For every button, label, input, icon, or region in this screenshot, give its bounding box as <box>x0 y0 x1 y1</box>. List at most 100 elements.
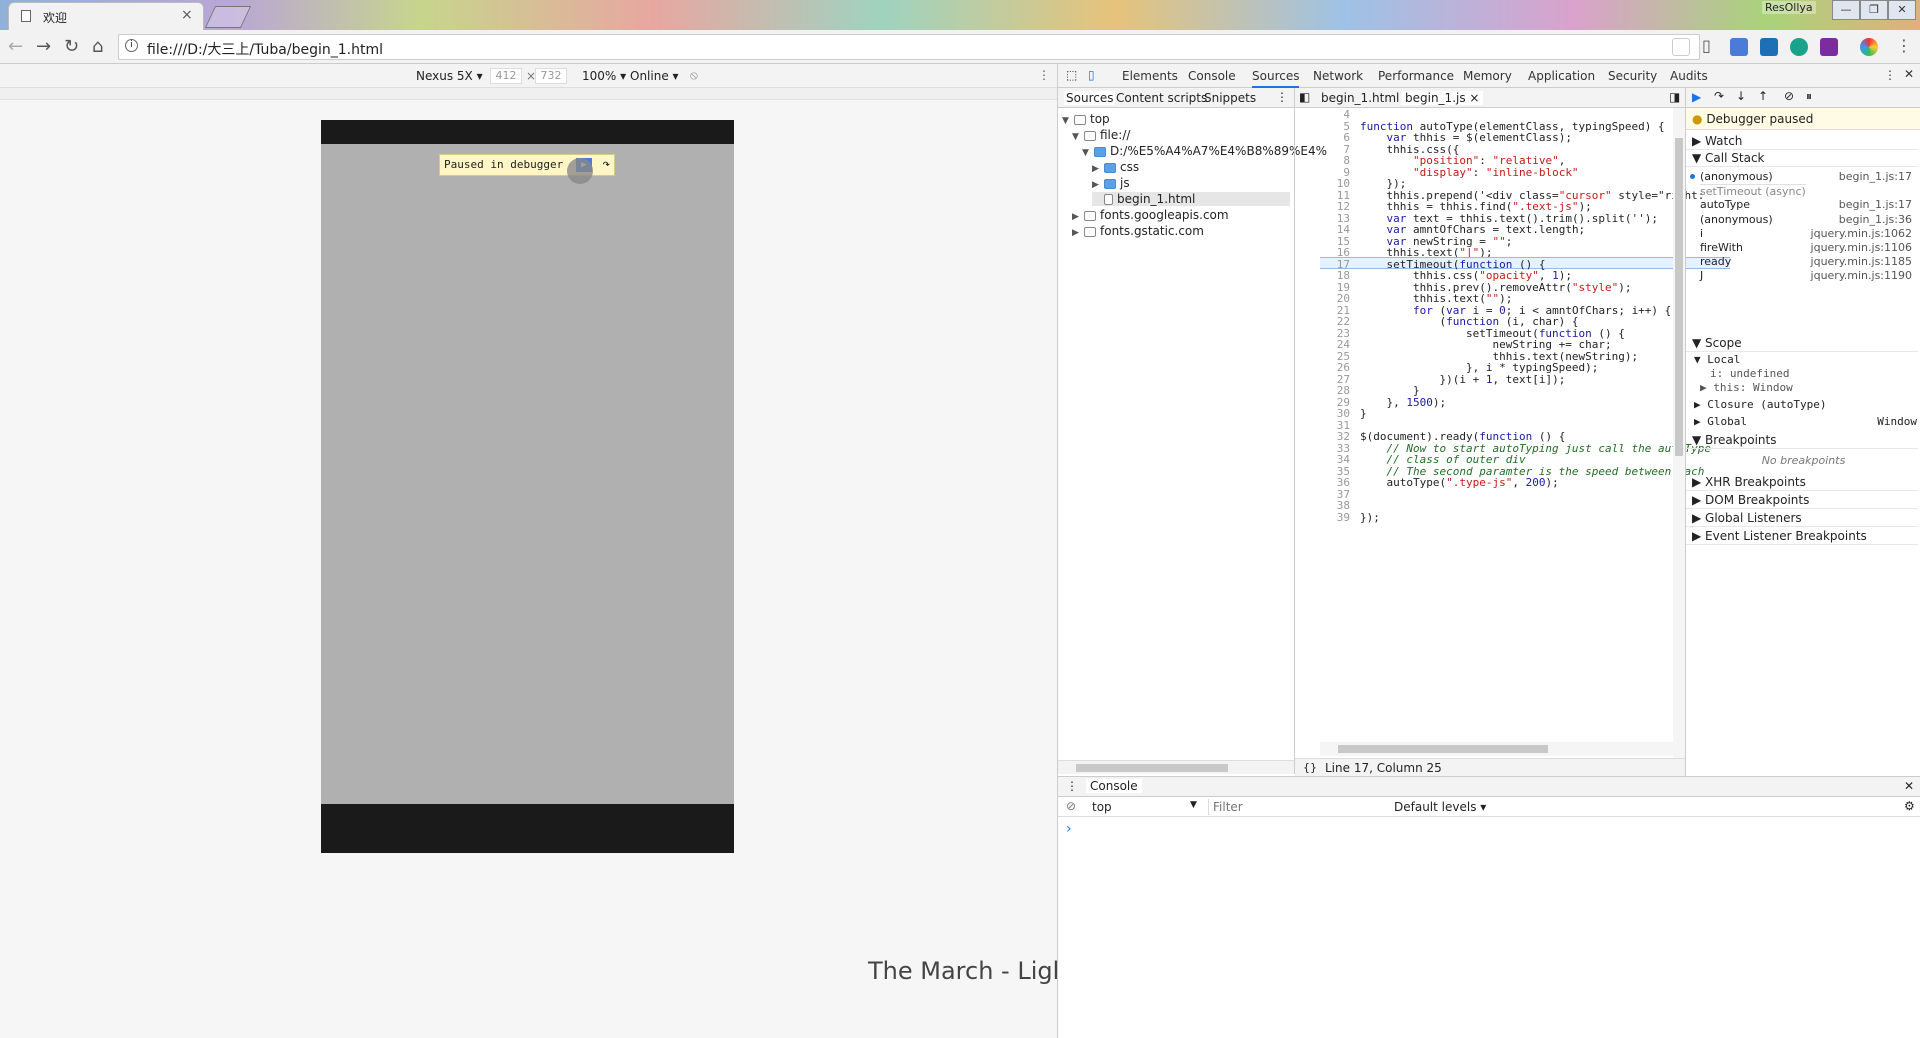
step-into-icon[interactable]: ↓ <box>1736 89 1746 103</box>
navigator-scrollbar[interactable] <box>1058 760 1294 774</box>
code-line[interactable]: } <box>1360 407 1367 420</box>
tab-application[interactable]: Application <box>1528 69 1595 83</box>
tree-toggle-icon: ▶ <box>1092 164 1099 174</box>
pause-exceptions-icon[interactable]: ⏸ <box>1806 89 1812 104</box>
extension-icon[interactable] <box>1760 38 1778 56</box>
tree-toggle-icon: ▶ <box>1072 228 1079 238</box>
device-select[interactable]: Nexus 5X ▾ <box>416 69 483 83</box>
dom-breakpoints-section[interactable]: ▶ DOM Breakpoints <box>1686 493 1918 509</box>
info-icon[interactable]: i <box>125 39 138 52</box>
extension-icon[interactable] <box>1672 38 1690 56</box>
code-line[interactable]: }); <box>1360 511 1380 524</box>
scope-section[interactable]: ▼ Scope <box>1686 336 1918 352</box>
tree-item[interactable]: ▶ css <box>1092 160 1139 174</box>
devtools-menu-icon[interactable]: ⋮ <box>1884 68 1896 82</box>
code-line[interactable]: }, 1500); <box>1360 396 1446 409</box>
browser-tab[interactable]: 欢迎 × <box>8 2 204 30</box>
tree-item[interactable]: ▶ fonts.googleapis.com <box>1072 208 1229 222</box>
tab-console[interactable]: Console <box>1188 69 1236 83</box>
device-menu-icon[interactable]: ⋮ <box>1038 68 1050 82</box>
code-line[interactable]: autoType(".type-js", 200); <box>1360 476 1558 489</box>
tab-close-button[interactable]: × <box>181 7 193 23</box>
device-mode-icon[interactable]: ▯ <box>1088 68 1095 82</box>
minimize-button[interactable]: — <box>1832 0 1860 20</box>
height-input[interactable]: 732 <box>535 68 567 84</box>
profile-name[interactable]: ResOllya <box>1762 1 1816 14</box>
context-dropdown-icon[interactable]: ▼ <box>1190 800 1197 810</box>
width-input[interactable]: 412 <box>490 68 522 84</box>
bookmark-icon[interactable]: ▯ <box>1702 36 1720 55</box>
context-select[interactable]: top <box>1092 800 1112 814</box>
devtools-close-icon[interactable]: ✕ <box>1904 67 1914 81</box>
levels-select[interactable]: Default levels ▾ <box>1394 800 1486 814</box>
tree-item[interactable]: ▶ fonts.gstatic.com <box>1072 224 1204 238</box>
network-select[interactable]: Online ▾ <box>630 69 679 83</box>
tab-elements[interactable]: Elements <box>1122 69 1178 83</box>
breakpoints-section[interactable]: ▼ Breakpoints <box>1686 433 1918 449</box>
navigator-menu-icon[interactable]: ⋮ <box>1276 90 1288 104</box>
console-settings-icon[interactable]: ⚙ <box>1904 799 1915 813</box>
menu-icon[interactable]: ⋮ <box>1896 36 1912 55</box>
home-icon[interactable]: ⌂ <box>92 36 103 57</box>
forward-icon[interactable]: → <box>36 36 51 57</box>
nav-tab-snippets[interactable]: Snippets <box>1204 91 1256 105</box>
close-button[interactable]: ✕ <box>1888 0 1916 20</box>
tab-memory[interactable]: Memory <box>1463 69 1512 83</box>
clear-console-icon[interactable]: ⊘ <box>1066 799 1076 813</box>
nav-tab-content-scripts[interactable]: Content scripts <box>1116 91 1207 105</box>
translate-icon[interactable] <box>1730 38 1748 56</box>
tab-network[interactable]: Network <box>1313 69 1363 83</box>
step-over-icon[interactable]: ↷ <box>1714 89 1724 103</box>
call-frame-location: begin_1.js:36 <box>1838 212 1912 226</box>
drawer-menu-icon[interactable]: ⋮ <box>1066 779 1078 793</box>
watch-section[interactable]: ▶ Watch <box>1686 134 1918 150</box>
code-editor[interactable]: 4 5 function autoType(elementClass, typing… <box>1320 108 1730 758</box>
step-over-icon[interactable]: ↷ <box>602 157 610 172</box>
editor-scrollbar[interactable] <box>1673 108 1685 758</box>
call-stack-section[interactable]: ▼ Call Stack <box>1686 151 1918 167</box>
zoom-select[interactable]: 100% ▾ <box>582 69 626 83</box>
extension-icon[interactable] <box>1790 38 1808 56</box>
maximize-button[interactable]: ❐ <box>1860 0 1888 20</box>
editor-tab-html[interactable]: begin_1.html <box>1321 91 1399 105</box>
chrome-extension-icon[interactable] <box>1860 38 1878 56</box>
scope-local[interactable]: ▼ Local <box>1694 353 1740 366</box>
nav-tab-sources[interactable]: Sources <box>1064 91 1116 105</box>
scope-closure[interactable]: ▶ Closure (autoType) <box>1694 398 1826 411</box>
editor-tab-js[interactable]: begin_1.js × <box>1401 91 1484 105</box>
drawer-close-icon[interactable]: ✕ <box>1904 779 1914 793</box>
back-icon[interactable]: ← <box>8 36 23 57</box>
scope-global[interactable]: ▶ Global <box>1694 415 1747 428</box>
tree-item[interactable]: begin_1.html <box>1092 192 1290 206</box>
xhr-breakpoints-section[interactable]: ▶ XHR Breakpoints <box>1686 475 1918 491</box>
step-out-icon[interactable]: ↑ <box>1758 89 1768 103</box>
global-listeners-section[interactable]: ▶ Global Listeners <box>1686 511 1918 527</box>
console-prompt[interactable]: › <box>1066 821 1072 837</box>
onenote-icon[interactable] <box>1820 38 1838 56</box>
resume-icon[interactable]: ▶ <box>1692 90 1701 104</box>
pretty-print-icon[interactable]: {} <box>1303 761 1317 774</box>
rotate-icon[interactable]: ⦸ <box>690 68 698 83</box>
drawer-tab-console[interactable]: Console <box>1086 779 1142 793</box>
line-number[interactable]: 39 <box>1320 511 1350 524</box>
call-frame[interactable]: Jjquery.min.js:1190 <box>1686 269 1918 286</box>
reload-icon[interactable]: ↻ <box>64 36 79 57</box>
toggle-navigator-icon[interactable]: ◧ <box>1299 90 1310 104</box>
event-listener-breakpoints-section[interactable]: ▶ Event Listener Breakpoints <box>1686 529 1918 545</box>
editor-hscrollbar[interactable] <box>1320 742 1673 756</box>
call-frame-name: fireWith <box>1700 241 1743 254</box>
inspect-icon[interactable]: ⬚ <box>1066 68 1077 82</box>
media-query-ruler[interactable] <box>0 88 1057 100</box>
toggle-debugger-icon[interactable]: ◨ <box>1669 90 1680 104</box>
tree-item[interactable]: ▼ D:/%E5%A4%A7%E4%B8%89%E4% <box>1082 144 1327 158</box>
tab-security[interactable]: Security <box>1608 69 1657 83</box>
tree-item[interactable]: ▼ file:// <box>1072 128 1130 142</box>
tab-audits[interactable]: Audits <box>1670 69 1708 83</box>
tab-performance[interactable]: Performance <box>1378 69 1454 83</box>
scope-local-this[interactable]: ▶ this: Window <box>1700 381 1793 394</box>
tab-sources[interactable]: Sources <box>1252 69 1300 88</box>
tree-item[interactable]: ▼ top <box>1062 112 1110 126</box>
deactivate-breakpoints-icon[interactable]: ⊘ <box>1784 89 1794 103</box>
tree-item[interactable]: ▶ js <box>1092 176 1130 190</box>
url-input[interactable]: i file:///D:/大三上/Tuba/begin_1.html ☆ <box>118 34 1700 60</box>
